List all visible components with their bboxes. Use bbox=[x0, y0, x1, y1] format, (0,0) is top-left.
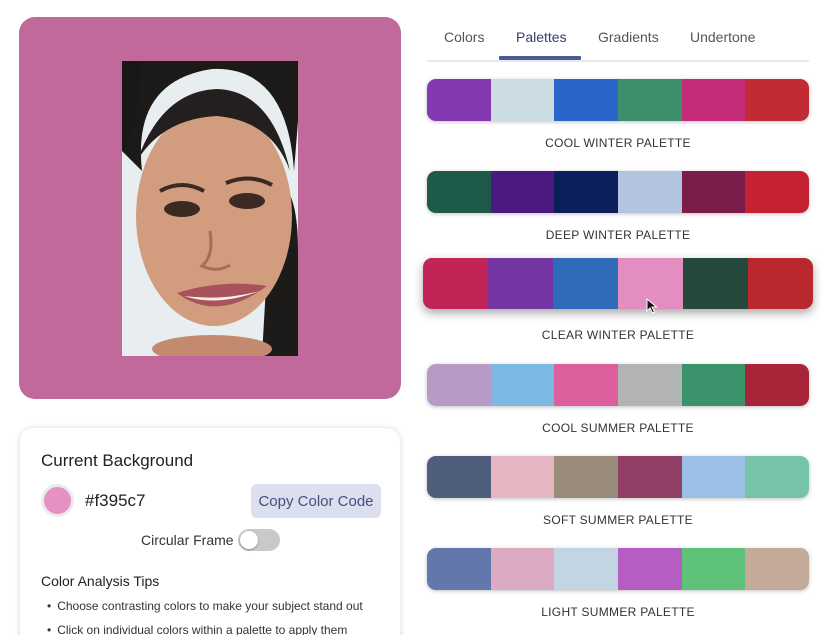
circular-frame-label: Circular Frame bbox=[141, 532, 234, 548]
tip-item: Click on individual colors within a pale… bbox=[47, 622, 363, 635]
tab-undertone[interactable]: Undertone bbox=[690, 29, 755, 45]
background-color-swatch bbox=[41, 484, 74, 517]
palette-color-swatch[interactable] bbox=[554, 364, 619, 406]
palette-color-swatch[interactable] bbox=[554, 171, 619, 213]
tab-colors[interactable]: Colors bbox=[444, 29, 484, 45]
current-background-panel: Current Background #f395c7 Copy Color Co… bbox=[19, 427, 401, 635]
palette-color-swatch[interactable] bbox=[681, 548, 746, 590]
palette-color-swatch[interactable] bbox=[427, 548, 491, 590]
circular-frame-toggle[interactable] bbox=[238, 529, 280, 551]
palette-color-swatch[interactable] bbox=[618, 456, 682, 498]
palette-color-swatch[interactable] bbox=[554, 456, 619, 498]
palette-color-swatch[interactable] bbox=[745, 171, 809, 213]
palette-strip[interactable] bbox=[427, 364, 809, 406]
palette-strip[interactable] bbox=[427, 79, 809, 121]
tab-palettes[interactable]: Palettes bbox=[516, 29, 567, 45]
current-background-title: Current Background bbox=[41, 451, 194, 470]
palette-color-swatch[interactable] bbox=[490, 171, 555, 213]
palette-color-swatch[interactable] bbox=[553, 258, 618, 309]
palette-color-swatch[interactable] bbox=[745, 548, 809, 590]
palette-color-swatch[interactable] bbox=[618, 171, 682, 213]
palette-strip[interactable] bbox=[427, 456, 809, 498]
palette-color-swatch[interactable] bbox=[423, 258, 488, 309]
active-tab-indicator bbox=[499, 56, 581, 60]
palette-color-swatch[interactable] bbox=[681, 364, 746, 406]
palette-color-swatch[interactable] bbox=[681, 79, 746, 121]
palette-cool-winter[interactable]: COOL WINTER PALETTE bbox=[427, 79, 809, 150]
palette-color-swatch[interactable] bbox=[683, 258, 748, 309]
palette-color-swatch[interactable] bbox=[427, 456, 491, 498]
palette-label: SOFT SUMMER PALETTE bbox=[543, 513, 693, 527]
palette-color-swatch[interactable] bbox=[427, 171, 491, 213]
tip-item: Choose contrasting colors to make your s… bbox=[47, 598, 363, 622]
tab-gradients[interactable]: Gradients bbox=[598, 29, 659, 45]
palette-clear-winter[interactable]: CLEAR WINTER PALETTE bbox=[423, 258, 813, 342]
palette-cool-summer[interactable]: COOL SUMMER PALETTE bbox=[427, 364, 809, 435]
palette-light-summer[interactable]: LIGHT SUMMER PALETTE bbox=[427, 548, 809, 619]
toggle-knob bbox=[240, 531, 258, 549]
palette-strip[interactable] bbox=[427, 548, 809, 590]
palette-color-swatch[interactable] bbox=[681, 171, 746, 213]
palette-color-swatch[interactable] bbox=[490, 79, 555, 121]
palette-color-swatch[interactable] bbox=[427, 364, 491, 406]
palette-label: COOL WINTER PALETTE bbox=[545, 136, 691, 150]
palette-color-swatch[interactable] bbox=[490, 364, 555, 406]
palette-color-swatch[interactable] bbox=[554, 79, 619, 121]
palette-label: COOL SUMMER PALETTE bbox=[542, 421, 694, 435]
color-analysis-tips-title: Color Analysis Tips bbox=[41, 573, 160, 589]
palette-color-swatch[interactable] bbox=[490, 548, 555, 590]
palette-label: LIGHT SUMMER PALETTE bbox=[541, 605, 695, 619]
palette-label: CLEAR WINTER PALETTE bbox=[541, 328, 695, 342]
background-preview bbox=[19, 17, 401, 399]
palette-soft-summer[interactable]: SOFT SUMMER PALETTE bbox=[427, 456, 809, 527]
palette-strip[interactable] bbox=[427, 171, 809, 213]
palette-strip[interactable] bbox=[423, 258, 813, 309]
palette-color-swatch[interactable] bbox=[745, 364, 809, 406]
tab-bar: Colors Palettes Gradients Undertone bbox=[427, 0, 809, 62]
palette-color-swatch[interactable] bbox=[490, 456, 555, 498]
palette-color-swatch[interactable] bbox=[745, 79, 809, 121]
tips-list: Choose contrasting colors to make your s… bbox=[47, 598, 363, 635]
palette-color-swatch[interactable] bbox=[618, 364, 682, 406]
palette-color-swatch[interactable] bbox=[488, 258, 553, 309]
palette-label: DEEP WINTER PALETTE bbox=[545, 228, 691, 242]
copy-color-code-button[interactable]: Copy Color Code bbox=[251, 484, 381, 518]
palette-deep-winter[interactable]: DEEP WINTER PALETTE bbox=[427, 171, 809, 242]
mouse-cursor-icon bbox=[646, 298, 658, 314]
background-hex-value: #f395c7 bbox=[85, 491, 146, 510]
portrait-photo bbox=[122, 61, 298, 356]
palette-color-swatch[interactable] bbox=[748, 258, 813, 309]
palette-color-swatch[interactable] bbox=[618, 79, 682, 121]
palette-color-swatch[interactable] bbox=[618, 548, 682, 590]
palette-color-swatch[interactable] bbox=[554, 548, 619, 590]
palette-color-swatch[interactable] bbox=[427, 79, 491, 121]
palette-color-swatch[interactable] bbox=[681, 456, 746, 498]
palette-color-swatch[interactable] bbox=[745, 456, 809, 498]
